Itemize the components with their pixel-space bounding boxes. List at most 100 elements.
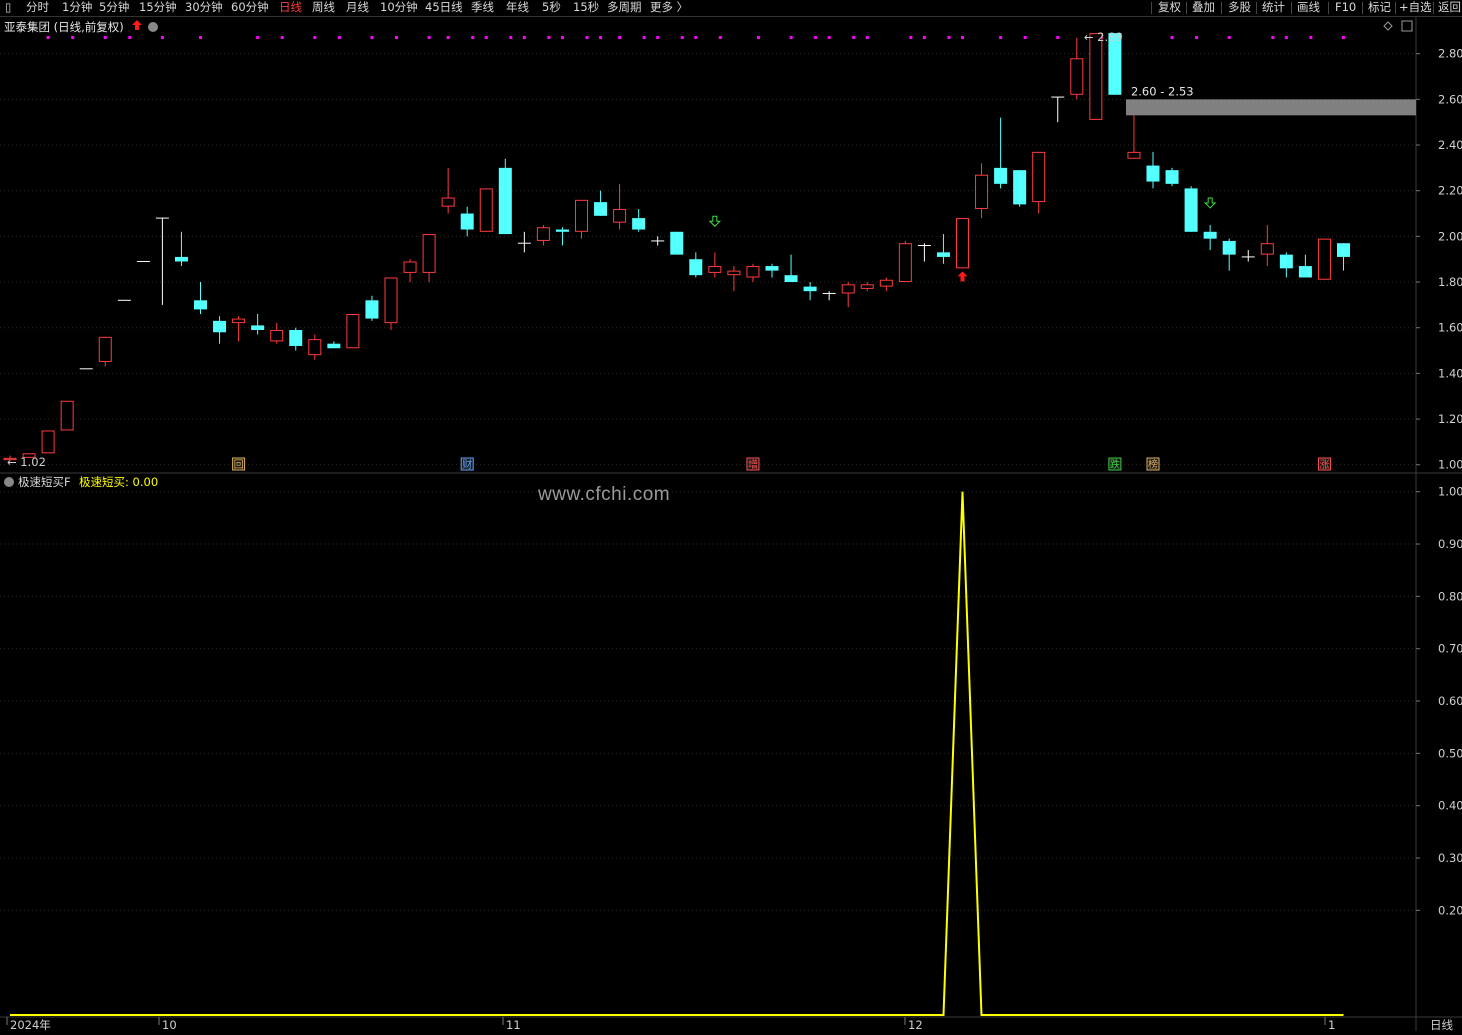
signal-dot	[395, 36, 398, 39]
signal-dot	[199, 36, 202, 39]
signal-dot	[484, 36, 488, 39]
toolbar-separator	[1433, 2, 1434, 14]
period-tab[interactable]: 更多 〉	[650, 0, 688, 16]
candle-body	[98, 336, 112, 362]
candle-body	[441, 197, 455, 207]
candle-body	[879, 279, 893, 287]
signal-dot	[922, 36, 926, 39]
candle-body	[174, 256, 188, 262]
candle-body	[346, 314, 360, 349]
period-tab[interactable]: 分时	[26, 0, 49, 16]
price-tick-label: 1.00	[1438, 458, 1462, 472]
signal-dot	[827, 36, 831, 39]
indicator-settings-icon	[4, 477, 14, 487]
indicator-tick-label: 1.00	[1438, 485, 1462, 499]
stock-title: 亚泰集团 (日线,前复权)	[4, 20, 124, 34]
chart-svg[interactable]: 2.80 2.60 2.40 2.20 2.00 1.80 1.60 1.40 1.20 1.00…	[0, 17, 1462, 1032]
period-tab[interactable]: 多周期	[607, 0, 642, 16]
signal-dot	[547, 36, 551, 39]
watermark: www.cfchi.com	[538, 484, 671, 505]
candle-body	[213, 320, 227, 333]
signal-dot	[522, 36, 526, 39]
candle-body	[270, 329, 284, 342]
period-tab[interactable]: 45日线	[425, 0, 463, 16]
period-tab[interactable]: 日线	[279, 0, 302, 16]
toolbar-separator	[1362, 2, 1363, 14]
toolbar-button[interactable]: 返回	[1438, 0, 1461, 16]
price-tick-label: 2.60	[1438, 92, 1462, 106]
candle-body	[308, 339, 322, 356]
period-tab[interactable]: 15秒	[573, 0, 599, 16]
signal-dot	[789, 36, 793, 39]
time-axis-label: 10	[162, 1018, 177, 1031]
period-tab[interactable]: 15分钟	[139, 0, 177, 16]
period-tab[interactable]: 5秒	[542, 0, 561, 16]
candle-body	[1070, 58, 1084, 95]
settings-circle-icon	[148, 22, 158, 32]
candle-body	[803, 286, 817, 292]
candle-body	[460, 213, 474, 230]
signal-dot	[814, 36, 818, 39]
signal-dot	[103, 36, 107, 39]
candle-body	[1337, 243, 1350, 257]
toolbar-button[interactable]: +自选	[1399, 0, 1432, 16]
period-tab[interactable]: 30分钟	[185, 0, 223, 16]
signal-dot	[694, 36, 698, 39]
event-badge-text: 榜	[1148, 458, 1158, 471]
period-toolbar: ▯ 分时 1分钟 5分钟 15分钟 30分钟 60分钟 日线 周线 月线 10分钟 45日线 季线 年线 5…	[0, 0, 1462, 17]
toolbar-button[interactable]: 画线	[1297, 0, 1320, 16]
toolbar-button[interactable]: F10	[1335, 0, 1356, 16]
candle-body	[60, 400, 74, 431]
candle-body	[784, 275, 798, 283]
period-tab[interactable]: 季线	[471, 0, 494, 16]
candle-body	[251, 325, 265, 330]
panel-toggle-icon[interactable]: ▯	[5, 0, 11, 16]
indicator-tick-label: 0.80	[1438, 589, 1462, 603]
period-tab[interactable]: 月线	[346, 0, 369, 16]
toolbar-button[interactable]: 叠加	[1192, 0, 1215, 16]
period-tab[interactable]: 1分钟	[62, 0, 92, 16]
period-tab[interactable]: 年线	[506, 0, 529, 16]
toolbar-button[interactable]: 多股	[1228, 0, 1251, 16]
range-band	[1125, 99, 1416, 116]
event-badge-text: 涨	[1319, 459, 1329, 471]
indicator-tick-label: 0.20	[1438, 903, 1462, 917]
period-tab[interactable]: 5分钟	[99, 0, 129, 16]
toolbar-button[interactable]: 标记	[1368, 0, 1391, 16]
candle-body	[765, 266, 779, 271]
price-tick-label: 1.80	[1438, 275, 1462, 289]
signal-dot	[618, 36, 622, 39]
toolbar-button[interactable]: 复权	[1158, 0, 1181, 16]
period-tab[interactable]: 周线	[312, 0, 335, 16]
signal-dot	[313, 36, 317, 39]
signal-dot	[656, 36, 660, 39]
candle-body	[1317, 238, 1331, 280]
period-tab[interactable]: 10分钟	[380, 0, 418, 16]
candle-body	[594, 202, 608, 216]
high-price-label: ← 2.89	[1084, 30, 1123, 44]
event-badge-text: 跌	[1110, 458, 1120, 471]
signal-dot	[160, 36, 164, 39]
toolbar-separator	[1291, 2, 1292, 14]
candle-body	[1127, 151, 1141, 159]
indicator-tick-label: 0.50	[1438, 746, 1462, 760]
toolbar-separator	[1186, 2, 1187, 14]
indicator-tick-label: 0.30	[1438, 851, 1462, 865]
indicator-tick-label: 0.60	[1438, 694, 1462, 708]
signal-dot	[680, 36, 684, 39]
toolbar-separator	[1256, 2, 1257, 14]
period-tab[interactable]: 60分钟	[231, 0, 269, 16]
signal-dot	[128, 36, 132, 39]
candle-body	[422, 234, 436, 273]
indicator-tick-label: 0.40	[1438, 799, 1462, 813]
candle-body	[41, 430, 55, 454]
toolbar-button[interactable]: 统计	[1262, 0, 1285, 16]
candle-body	[327, 343, 341, 349]
signal-dot	[718, 36, 722, 39]
chart-area[interactable]: 2.80 2.60 2.40 2.20 2.00 1.80 1.60 1.40 1.20 1.00…	[0, 17, 1462, 1032]
candle-body	[860, 284, 874, 289]
candle-body	[841, 284, 855, 294]
toolbar-separator	[1328, 2, 1329, 14]
candle-body	[1279, 254, 1293, 269]
candle-body	[232, 318, 246, 324]
